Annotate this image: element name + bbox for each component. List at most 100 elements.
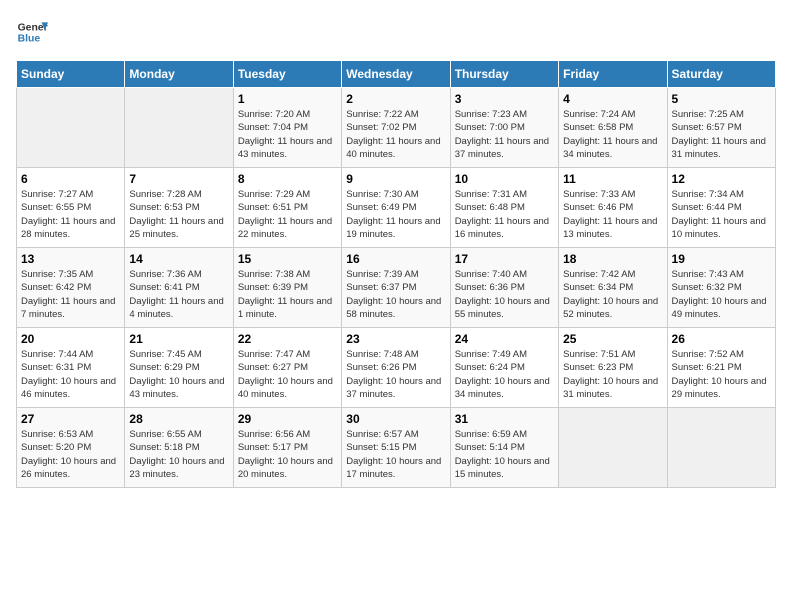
sunset: Sunset: 7:02 PM [346,122,416,133]
sunrise: Sunrise: 7:39 AM [346,269,418,280]
sunrise: Sunrise: 7:35 AM [21,269,93,280]
daylight: Daylight: 11 hours and 34 minutes. [563,136,657,160]
calendar-cell: 26 Sunrise: 7:52 AM Sunset: 6:21 PM Dayl… [667,328,775,408]
sunrise: Sunrise: 7:24 AM [563,109,635,120]
day-info: Sunrise: 7:22 AM Sunset: 7:02 PM Dayligh… [346,108,445,161]
weekday-header-saturday: Saturday [667,61,775,88]
sunset: Sunset: 6:55 PM [21,202,91,213]
daylight: Daylight: 10 hours and 23 minutes. [129,456,224,480]
day-number: 4 [563,92,662,106]
day-number: 30 [346,412,445,426]
day-number: 21 [129,332,228,346]
sunrise: Sunrise: 7:52 AM [672,349,744,360]
calendar-cell: 2 Sunrise: 7:22 AM Sunset: 7:02 PM Dayli… [342,88,450,168]
sunset: Sunset: 6:57 PM [672,122,742,133]
day-info: Sunrise: 7:51 AM Sunset: 6:23 PM Dayligh… [563,348,662,401]
sunset: Sunset: 6:31 PM [21,362,91,373]
sunset: Sunset: 6:42 PM [21,282,91,293]
sunset: Sunset: 6:34 PM [563,282,633,293]
day-info: Sunrise: 7:40 AM Sunset: 6:36 PM Dayligh… [455,268,554,321]
day-number: 11 [563,172,662,186]
day-info: Sunrise: 7:33 AM Sunset: 6:46 PM Dayligh… [563,188,662,241]
calendar-week-4: 20 Sunrise: 7:44 AM Sunset: 6:31 PM Dayl… [17,328,776,408]
sunset: Sunset: 7:00 PM [455,122,525,133]
daylight: Daylight: 11 hours and 37 minutes. [455,136,549,160]
calendar-table: SundayMondayTuesdayWednesdayThursdayFrid… [16,60,776,488]
calendar-cell: 8 Sunrise: 7:29 AM Sunset: 6:51 PM Dayli… [233,168,341,248]
day-info: Sunrise: 7:29 AM Sunset: 6:51 PM Dayligh… [238,188,337,241]
daylight: Daylight: 10 hours and 40 minutes. [238,376,333,400]
daylight: Daylight: 11 hours and 10 minutes. [672,216,766,240]
weekday-header-tuesday: Tuesday [233,61,341,88]
daylight: Daylight: 11 hours and 13 minutes. [563,216,657,240]
day-number: 7 [129,172,228,186]
sunset: Sunset: 6:26 PM [346,362,416,373]
calendar-cell: 29 Sunrise: 6:56 AM Sunset: 5:17 PM Dayl… [233,408,341,488]
calendar-cell: 30 Sunrise: 6:57 AM Sunset: 5:15 PM Dayl… [342,408,450,488]
sunset: Sunset: 6:37 PM [346,282,416,293]
sunset: Sunset: 6:46 PM [563,202,633,213]
daylight: Daylight: 10 hours and 52 minutes. [563,296,658,320]
day-info: Sunrise: 7:34 AM Sunset: 6:44 PM Dayligh… [672,188,771,241]
daylight: Daylight: 11 hours and 25 minutes. [129,216,223,240]
calendar-cell: 9 Sunrise: 7:30 AM Sunset: 6:49 PM Dayli… [342,168,450,248]
calendar-cell: 7 Sunrise: 7:28 AM Sunset: 6:53 PM Dayli… [125,168,233,248]
sunrise: Sunrise: 6:55 AM [129,429,201,440]
sunset: Sunset: 6:53 PM [129,202,199,213]
sunrise: Sunrise: 7:22 AM [346,109,418,120]
sunrise: Sunrise: 7:48 AM [346,349,418,360]
day-number: 14 [129,252,228,266]
day-number: 24 [455,332,554,346]
sunrise: Sunrise: 7:44 AM [21,349,93,360]
day-info: Sunrise: 7:31 AM Sunset: 6:48 PM Dayligh… [455,188,554,241]
calendar-cell: 16 Sunrise: 7:39 AM Sunset: 6:37 PM Dayl… [342,248,450,328]
sunrise: Sunrise: 7:34 AM [672,189,744,200]
day-info: Sunrise: 6:57 AM Sunset: 5:15 PM Dayligh… [346,428,445,481]
calendar-cell: 10 Sunrise: 7:31 AM Sunset: 6:48 PM Dayl… [450,168,558,248]
day-number: 16 [346,252,445,266]
svg-text:Blue: Blue [18,34,41,45]
day-number: 29 [238,412,337,426]
sunset: Sunset: 6:49 PM [346,202,416,213]
day-number: 19 [672,252,771,266]
calendar-cell: 5 Sunrise: 7:25 AM Sunset: 6:57 PM Dayli… [667,88,775,168]
calendar-cell [17,88,125,168]
weekday-header-thursday: Thursday [450,61,558,88]
calendar-cell: 27 Sunrise: 6:53 AM Sunset: 5:20 PM Dayl… [17,408,125,488]
sunrise: Sunrise: 7:31 AM [455,189,527,200]
sunrise: Sunrise: 7:25 AM [672,109,744,120]
sunrise: Sunrise: 7:43 AM [672,269,744,280]
day-info: Sunrise: 7:20 AM Sunset: 7:04 PM Dayligh… [238,108,337,161]
calendar-cell: 14 Sunrise: 7:36 AM Sunset: 6:41 PM Dayl… [125,248,233,328]
weekday-header-wednesday: Wednesday [342,61,450,88]
day-info: Sunrise: 7:42 AM Sunset: 6:34 PM Dayligh… [563,268,662,321]
day-info: Sunrise: 7:39 AM Sunset: 6:37 PM Dayligh… [346,268,445,321]
calendar-cell: 20 Sunrise: 7:44 AM Sunset: 6:31 PM Dayl… [17,328,125,408]
day-number: 20 [21,332,120,346]
day-number: 1 [238,92,337,106]
calendar-cell: 12 Sunrise: 7:34 AM Sunset: 6:44 PM Dayl… [667,168,775,248]
calendar-cell [125,88,233,168]
daylight: Daylight: 11 hours and 1 minute. [238,296,332,320]
sunset: Sunset: 6:21 PM [672,362,742,373]
day-number: 17 [455,252,554,266]
calendar-cell [667,408,775,488]
sunrise: Sunrise: 6:53 AM [21,429,93,440]
sunrise: Sunrise: 7:28 AM [129,189,201,200]
day-number: 31 [455,412,554,426]
day-number: 3 [455,92,554,106]
calendar-cell: 17 Sunrise: 7:40 AM Sunset: 6:36 PM Dayl… [450,248,558,328]
day-info: Sunrise: 6:56 AM Sunset: 5:17 PM Dayligh… [238,428,337,481]
day-info: Sunrise: 7:30 AM Sunset: 6:49 PM Dayligh… [346,188,445,241]
day-number: 12 [672,172,771,186]
sunset: Sunset: 7:04 PM [238,122,308,133]
day-info: Sunrise: 7:44 AM Sunset: 6:31 PM Dayligh… [21,348,120,401]
daylight: Daylight: 11 hours and 7 minutes. [21,296,115,320]
logo-icon: General Blue [16,16,48,48]
calendar-cell [559,408,667,488]
calendar-week-1: 1 Sunrise: 7:20 AM Sunset: 7:04 PM Dayli… [17,88,776,168]
daylight: Daylight: 10 hours and 46 minutes. [21,376,116,400]
day-number: 25 [563,332,662,346]
day-number: 9 [346,172,445,186]
sunrise: Sunrise: 7:45 AM [129,349,201,360]
